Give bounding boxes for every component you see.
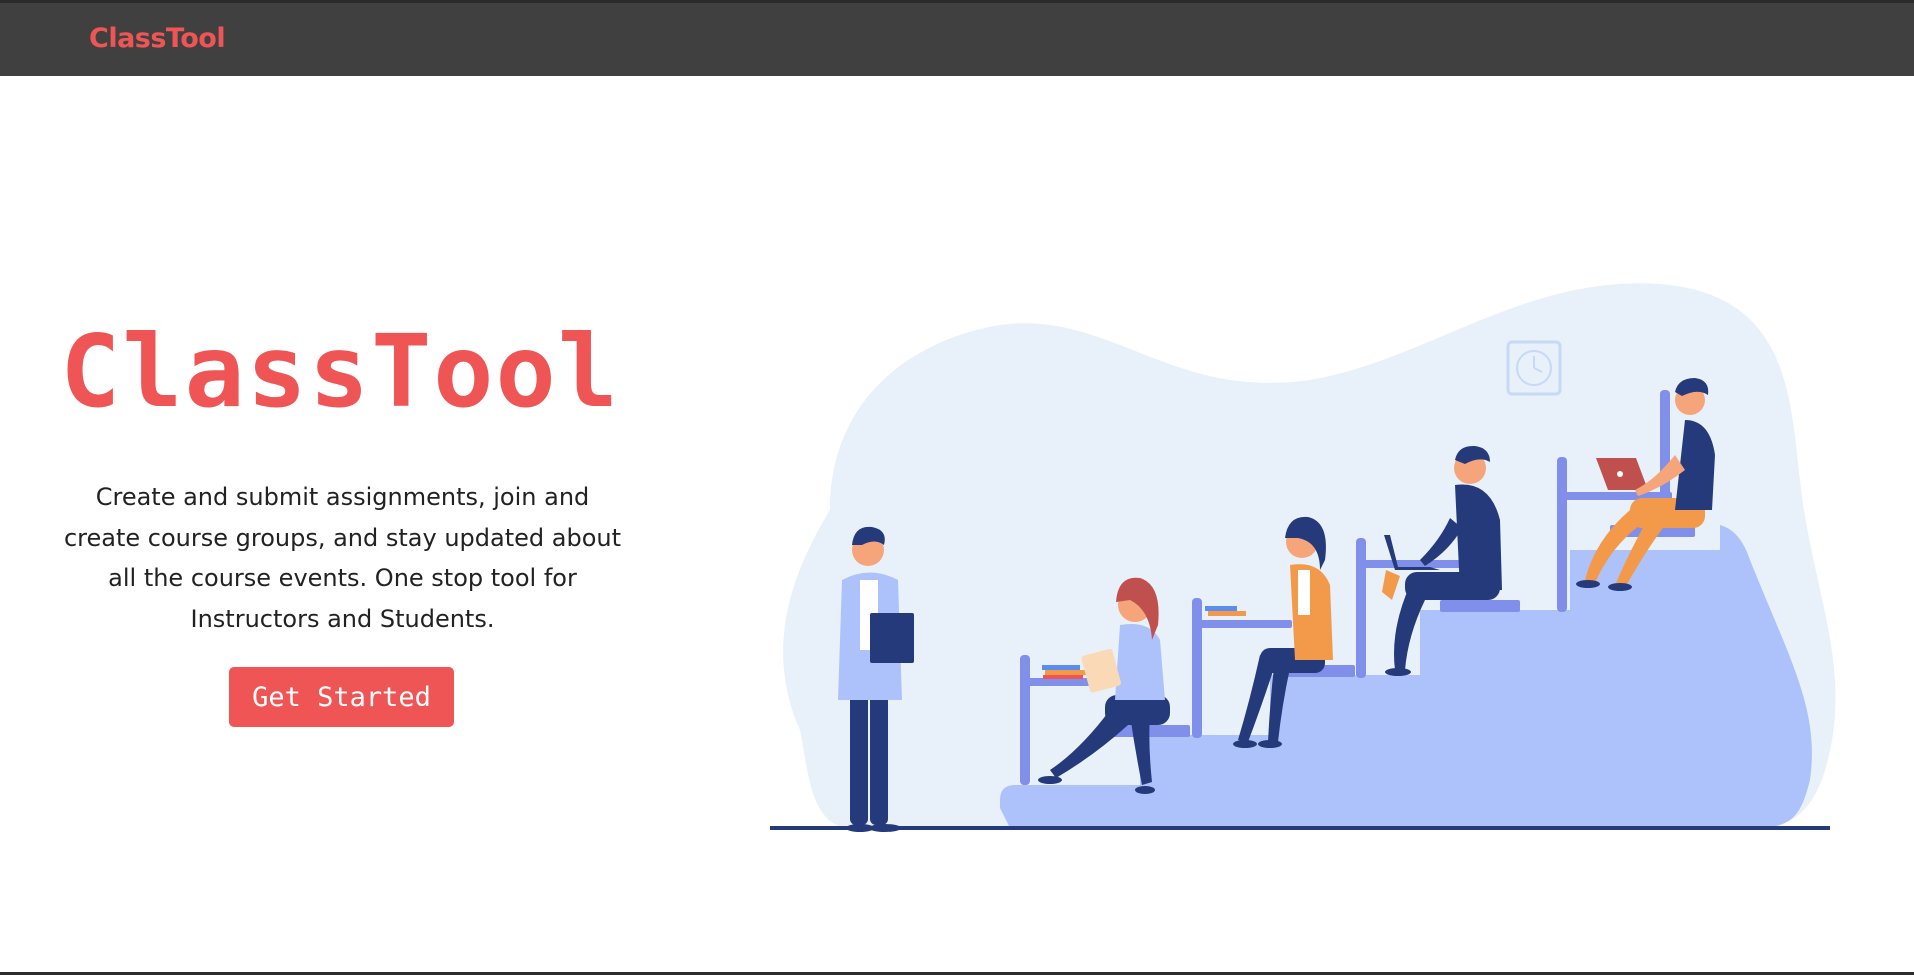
ground-line (770, 826, 1830, 830)
hero-description: Create and submit assignments, join and … (63, 483, 622, 633)
hero-title: ClassTool (60, 313, 620, 430)
get-started-button[interactable]: Get Started (229, 667, 454, 727)
top-navbar: ClassTool (0, 0, 1914, 76)
classroom-stairs-illustration (770, 283, 1836, 832)
navbar-brand-link[interactable]: ClassTool (89, 23, 226, 54)
